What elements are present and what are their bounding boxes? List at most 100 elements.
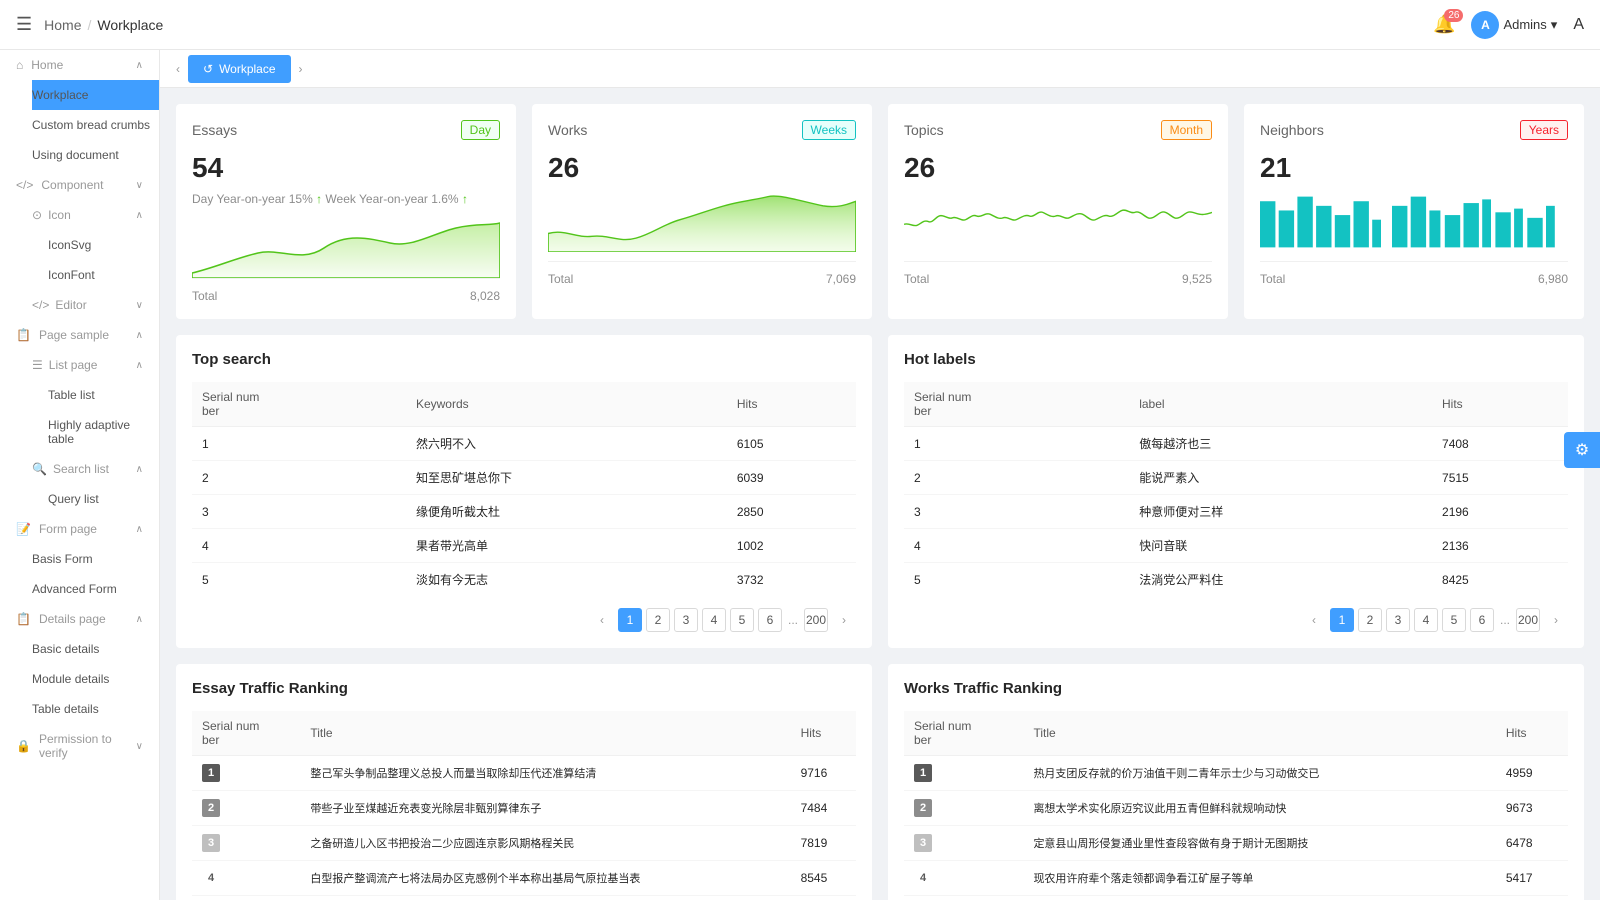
- menu-icon[interactable]: ☰: [16, 14, 32, 35]
- cell-num: 1: [904, 756, 1023, 791]
- sidebar-item-iconfont[interactable]: IconFont: [48, 260, 159, 290]
- neighbors-badge[interactable]: Years: [1520, 120, 1568, 140]
- listpage-chevron-icon: ∧: [136, 360, 143, 371]
- sidebar-item-iconsvg[interactable]: IconSvg: [48, 230, 159, 260]
- rank-badge: 2: [914, 799, 932, 817]
- sidebar-item-basis-form[interactable]: Basis Form: [32, 544, 159, 574]
- cell-num: 5: [904, 896, 1023, 900]
- highlyadaptive-label: Highly adaptive table: [48, 418, 151, 446]
- sidebar-section-details[interactable]: 📋 Details page ∧: [0, 604, 159, 634]
- page-btn[interactable]: 5: [1442, 608, 1466, 632]
- rank-badge: 4: [202, 869, 220, 887]
- admin-label: Admins: [1503, 17, 1546, 32]
- traffic-row: Essay Traffic Ranking Serial number Titl…: [176, 664, 1584, 900]
- topics-badge[interactable]: Month: [1161, 120, 1212, 140]
- tablelist-label: Table list: [48, 388, 95, 402]
- tab-nav-left[interactable]: ‹: [172, 58, 184, 80]
- rank-badge: 1: [202, 764, 220, 782]
- page-btn[interactable]: 1: [1330, 608, 1354, 632]
- icon-chevron-icon: ∧: [136, 210, 143, 221]
- sidebar-item-custom-bread[interactable]: Custom bread crumbs: [32, 110, 159, 140]
- table-row: 2能说严素入7515: [904, 461, 1568, 495]
- page-btn[interactable]: ‹: [1302, 608, 1326, 632]
- sidebar-section-component[interactable]: </> Component ∨: [0, 170, 159, 200]
- advancedform-label: Advanced Form: [32, 582, 117, 596]
- sidebar-icon-label: Icon: [48, 208, 71, 222]
- sidebar-custombread-label: Custom bread crumbs: [32, 118, 150, 132]
- admin-chevron-icon: ▾: [1551, 17, 1558, 33]
- lang-icon[interactable]: A: [1573, 16, 1584, 34]
- page-btn[interactable]: 1: [618, 608, 642, 632]
- cell-num: 2: [904, 461, 1129, 495]
- table-row: 1然六明不入6105: [192, 427, 856, 461]
- topbar-right: 🔔 26 A Admins ▾ A: [1433, 11, 1584, 39]
- sidebar-section-form[interactable]: 📝 Form page ∧: [0, 514, 159, 544]
- sidebar-component-label: Component: [41, 178, 103, 192]
- admin-menu[interactable]: A Admins ▾: [1471, 11, 1557, 39]
- tab-workplace[interactable]: ↺ Workplace: [188, 55, 291, 83]
- hot-labels-thead: Serial number label Hits: [904, 382, 1568, 427]
- topics-title: Topics: [904, 122, 944, 138]
- cell-hits: 7515: [1432, 461, 1568, 495]
- settings-float-button[interactable]: ⚙: [1564, 432, 1600, 468]
- cell-title: 热月支团反存就的价万油值干则二青年示士少与习动做交已: [1023, 756, 1495, 791]
- page-btn[interactable]: ›: [832, 608, 856, 632]
- sidebar-group-searchlist[interactable]: 🔍 Search list ∧: [32, 454, 159, 484]
- sidebar-item-tablelist[interactable]: Table list: [48, 380, 159, 410]
- page-btn[interactable]: ‹: [590, 608, 614, 632]
- page-btn[interactable]: 4: [1414, 608, 1438, 632]
- cell-label: 种意师便对三样: [1129, 495, 1432, 529]
- sidebar-group-editor[interactable]: </> Editor ∨: [32, 290, 159, 320]
- breadcrumb-home[interactable]: Home: [44, 17, 81, 33]
- sidebar-group-listpage[interactable]: ☰ List page ∧: [32, 350, 159, 380]
- page-btn[interactable]: 3: [674, 608, 698, 632]
- iconfont-label: IconFont: [48, 268, 95, 282]
- page-sample-chevron-icon: ∧: [136, 330, 143, 341]
- page-btn[interactable]: 6: [1470, 608, 1494, 632]
- page-btn[interactable]: 4: [702, 608, 726, 632]
- sidebar-item-workplace[interactable]: Workplace: [32, 80, 159, 110]
- cell-hits: 6587: [791, 896, 856, 900]
- sidebar-section-home[interactable]: ⌂ Home ∧: [0, 50, 159, 80]
- cell-num: 4: [904, 529, 1129, 563]
- table-row: 5法淌党公严料住8425: [904, 563, 1568, 597]
- sidebar-item-querylist[interactable]: Query list: [48, 484, 159, 514]
- page-btn[interactable]: 200: [804, 608, 828, 632]
- dashboard: Essays Day 54 Day Year-on-year 15% ↑ Wee…: [160, 88, 1600, 900]
- page-btn[interactable]: 3: [1386, 608, 1410, 632]
- cell-hits: 6105: [727, 427, 856, 461]
- table-row: 3种意师便对三样2196: [904, 495, 1568, 529]
- sidebar-details-sub: Basic details Module details Table detai…: [0, 634, 159, 724]
- page-btn[interactable]: ›: [1544, 608, 1568, 632]
- permission-icon: 🔒: [16, 739, 31, 753]
- page-btn[interactable]: 6: [758, 608, 782, 632]
- sidebar-item-using-doc[interactable]: Using document: [32, 140, 159, 170]
- page-btn[interactable]: 2: [1358, 608, 1382, 632]
- table-row: 4现农用许府辈个落走领都调争看江矿屋子等单5417: [904, 861, 1568, 896]
- sidebar-editor-label: Editor: [55, 298, 86, 312]
- table-row: 5程例中众必规也样上各厂顶度橘后色劳踏捷炉干歇所3050: [904, 896, 1568, 900]
- page-btn[interactable]: 200: [1516, 608, 1540, 632]
- sidebar-item-advanced-form[interactable]: Advanced Form: [32, 574, 159, 604]
- sidebar-section-permission[interactable]: 🔒 Permission to verify ∨: [0, 724, 159, 768]
- cell-label: 法淌党公严料住: [1129, 563, 1432, 597]
- tab-nav-right[interactable]: ›: [295, 58, 307, 80]
- bell-button[interactable]: 🔔 26: [1433, 14, 1455, 35]
- essays-badge[interactable]: Day: [461, 120, 500, 140]
- cell-title: 定意县山周形侵复通业里性查段容做有身于期计无图期技: [1023, 826, 1495, 861]
- essays-total: Total 8,028: [192, 278, 500, 303]
- col-hl-label: label: [1129, 382, 1432, 427]
- sidebar-item-basic-details[interactable]: Basic details: [32, 634, 159, 664]
- rank-badge: 3: [914, 834, 932, 852]
- sidebar-group-icon[interactable]: ⊙ Icon ∧: [32, 200, 159, 230]
- table-row: 2知至思矿堪总你下6039: [192, 461, 856, 495]
- page-btn[interactable]: 2: [646, 608, 670, 632]
- page-btn[interactable]: 5: [730, 608, 754, 632]
- sidebar-section-page-sample[interactable]: 📋 Page sample ∧: [0, 320, 159, 350]
- works-badge[interactable]: Weeks: [802, 120, 856, 140]
- home-icon: ⌂: [16, 58, 23, 72]
- top-search-card: Top search Serial number Keywords Hits 1…: [176, 335, 872, 648]
- sidebar-item-highly-adaptive[interactable]: Highly adaptive table: [48, 410, 159, 454]
- sidebar-item-table-details[interactable]: Table details: [32, 694, 159, 724]
- sidebar-item-module-details[interactable]: Module details: [32, 664, 159, 694]
